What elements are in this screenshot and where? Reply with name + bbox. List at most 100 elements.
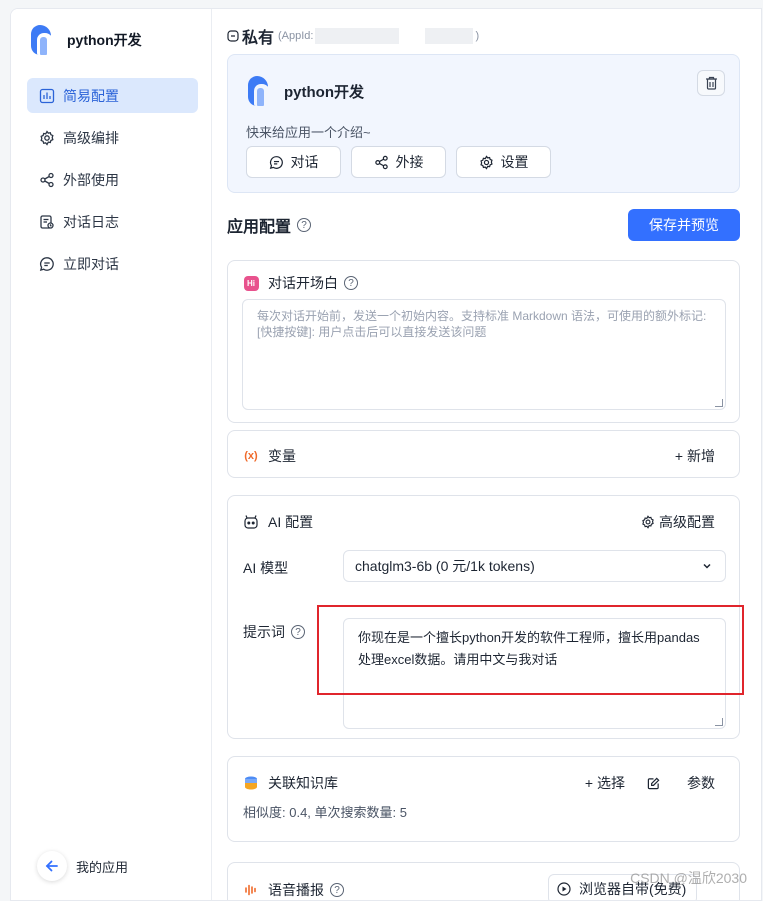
- sidebar-item-advanced[interactable]: 高级编排: [27, 120, 198, 155]
- sidebar-item-simple-config[interactable]: 简易配置: [27, 78, 198, 113]
- knowledge-header: 关联知识库: [243, 773, 338, 793]
- app-intro: 快来给应用一个介绍~: [246, 125, 371, 140]
- delete-button[interactable]: [697, 70, 725, 96]
- resize-handle-icon[interactable]: [715, 399, 723, 407]
- sidebar-app-header: python开发: [29, 23, 142, 57]
- sidebar-item-external[interactable]: 外部使用: [27, 162, 198, 197]
- sidebar-item-chat[interactable]: 立即对话: [27, 246, 198, 281]
- edit-icon: [647, 777, 660, 789]
- app-card-name: python开发: [284, 83, 364, 101]
- params-label: 参数: [687, 775, 715, 791]
- variables-panel: (x) 变量 + 新增: [227, 430, 740, 478]
- app-id-suffix: ): [475, 30, 480, 42]
- sidebar: python开发 简易配置 高级编排 外部使用 对话日志 立即对话 我的应用: [11, 9, 212, 900]
- app-id-prefix: (AppId:: [278, 30, 314, 42]
- app-logo-icon: [246, 74, 274, 108]
- privacy-header: 私有 (AppId: ): [227, 24, 479, 48]
- prompt-value: 你现在是一个擅长python开发的软件工程师，擅长用pandas处理excel数…: [358, 630, 700, 667]
- app-id-redacted: [315, 28, 400, 44]
- advanced-config-label: 高级配置: [659, 514, 715, 530]
- variables-title: 变量: [268, 448, 296, 464]
- save-and-preview-button[interactable]: 保存并预览: [628, 209, 740, 241]
- prompt-label: 提示词: [243, 624, 285, 640]
- chat-icon: [269, 155, 283, 169]
- variable-icon: (x): [244, 450, 258, 462]
- sidebar-item-label: 外部使用: [63, 171, 119, 188]
- gear-icon: [479, 154, 493, 170]
- ai-config-panel: AI 配置 高级配置 AI 模型 chatglm3-6b (0 元/1k tok…: [227, 495, 740, 739]
- settings-button-label: 设置: [500, 154, 529, 170]
- play-icon: [557, 882, 571, 896]
- opening-header: Hi 对话开场白 ?: [243, 273, 358, 293]
- sidebar-nav: 简易配置 高级编排 外部使用 对话日志 立即对话: [27, 78, 198, 288]
- opening-panel: Hi 对话开场白 ? 每次对话开始前，发送一个初始内容。支持标准 Markdow…: [227, 260, 740, 423]
- prompt-textarea[interactable]: 你现在是一个擅长python开发的软件工程师，擅长用pandas处理excel数…: [343, 618, 726, 729]
- share-icon: [39, 172, 55, 188]
- help-icon[interactable]: ?: [291, 625, 305, 639]
- chat-icon: [39, 256, 55, 272]
- app-window: python开发 简易配置 高级编排 外部使用 对话日志 立即对话 我的应用 私…: [10, 8, 762, 901]
- help-icon[interactable]: ?: [297, 218, 312, 232]
- voice-header: 语音播报 ?: [243, 880, 344, 900]
- resize-handle-icon[interactable]: [715, 718, 723, 726]
- opening-title: 对话开场白: [268, 275, 338, 291]
- sidebar-item-label: 简易配置: [63, 87, 119, 104]
- advanced-config-button[interactable]: 高级配置: [641, 512, 715, 532]
- add-variable-button[interactable]: + 新增: [675, 446, 715, 466]
- audio-wave-icon: [243, 882, 259, 898]
- app-config-header: 应用配置 ? 保存并预览: [227, 209, 740, 241]
- params-button[interactable]: 参数: [647, 773, 715, 793]
- help-icon[interactable]: ?: [344, 276, 358, 290]
- ai-model-select[interactable]: chatglm3-6b (0 元/1k tokens): [343, 550, 726, 582]
- gear-icon: [642, 515, 654, 529]
- hi-badge-icon: Hi: [243, 275, 259, 291]
- sidebar-item-label: 高级编排: [63, 129, 119, 146]
- sidebar-item-label: 对话日志: [63, 213, 119, 230]
- bar-chart-icon: [39, 88, 55, 104]
- opening-placeholder-line: 每次对话开始前，发送一个初始内容。支持标准 Markdown 语法，可使用的额外…: [257, 309, 707, 323]
- help-icon[interactable]: ?: [330, 883, 344, 897]
- share-icon: [374, 155, 388, 169]
- ai-model-label: AI 模型: [243, 560, 289, 576]
- chat-button-label: 对话: [290, 154, 319, 170]
- settings-button[interactable]: 设置: [456, 146, 551, 178]
- watermark: CSDN @温欣2030: [630, 870, 747, 886]
- app-id-redacted: [425, 28, 474, 44]
- ai-config-title: AI 配置: [268, 514, 314, 530]
- privacy-title: 私有: [242, 30, 275, 47]
- lock-icon: [227, 30, 239, 42]
- back-to-my-apps[interactable]: 我的应用: [37, 851, 128, 881]
- external-button-label: 外接: [395, 154, 424, 170]
- sidebar-item-label: 立即对话: [63, 255, 119, 272]
- app-info-card: python开发 快来给应用一个介绍~ 对话 外接 设置: [227, 54, 740, 193]
- trash-icon: [705, 76, 717, 90]
- sidebar-item-logs[interactable]: 对话日志: [27, 204, 198, 239]
- opening-placeholder-line: [快捷按键]: 用户点击后可以直接发送该问题: [257, 325, 487, 339]
- ai-model-value: chatglm3-6b (0 元/1k tokens): [355, 558, 535, 574]
- app-logo-icon: [29, 23, 57, 57]
- log-icon: [39, 214, 55, 230]
- external-button[interactable]: 外接: [351, 146, 446, 178]
- app-id: (AppId: ): [278, 28, 479, 44]
- voice-title: 语音播报: [268, 882, 324, 898]
- sidebar-app-name: python开发: [67, 32, 142, 48]
- main-content: 私有 (AppId: ) python开发 快来给应用一个介绍~ 对话 外接 设…: [213, 9, 761, 900]
- chevron-down-icon: [703, 563, 711, 569]
- app-card-actions: 对话 外接 设置: [246, 146, 561, 178]
- app-card-header: python开发: [246, 74, 364, 108]
- gear-icon: [39, 129, 55, 146]
- database-icon: [243, 775, 259, 791]
- knowledge-actions: + 选择 参数: [563, 773, 715, 793]
- back-label: 我的应用: [76, 859, 129, 875]
- knowledge-summary: 相似度: 0.4, 单次搜索数量: 5: [243, 805, 407, 820]
- knowledge-title: 关联知识库: [268, 775, 338, 791]
- opening-textarea[interactable]: 每次对话开始前，发送一个初始内容。支持标准 Markdown 语法，可使用的额外…: [242, 299, 726, 410]
- chat-button[interactable]: 对话: [246, 146, 341, 178]
- robot-icon: [243, 514, 259, 530]
- select-knowledge-button[interactable]: + 选择: [585, 773, 625, 793]
- knowledge-panel: 关联知识库 + 选择 参数 相似度: 0.4, 单次搜索数量: 5: [227, 756, 740, 842]
- arrow-left-icon: [37, 851, 67, 881]
- prompt-label-wrap: 提示词 ?: [243, 622, 305, 642]
- app-config-title: 应用配置: [227, 219, 292, 236]
- ai-config-header: AI 配置: [243, 512, 313, 532]
